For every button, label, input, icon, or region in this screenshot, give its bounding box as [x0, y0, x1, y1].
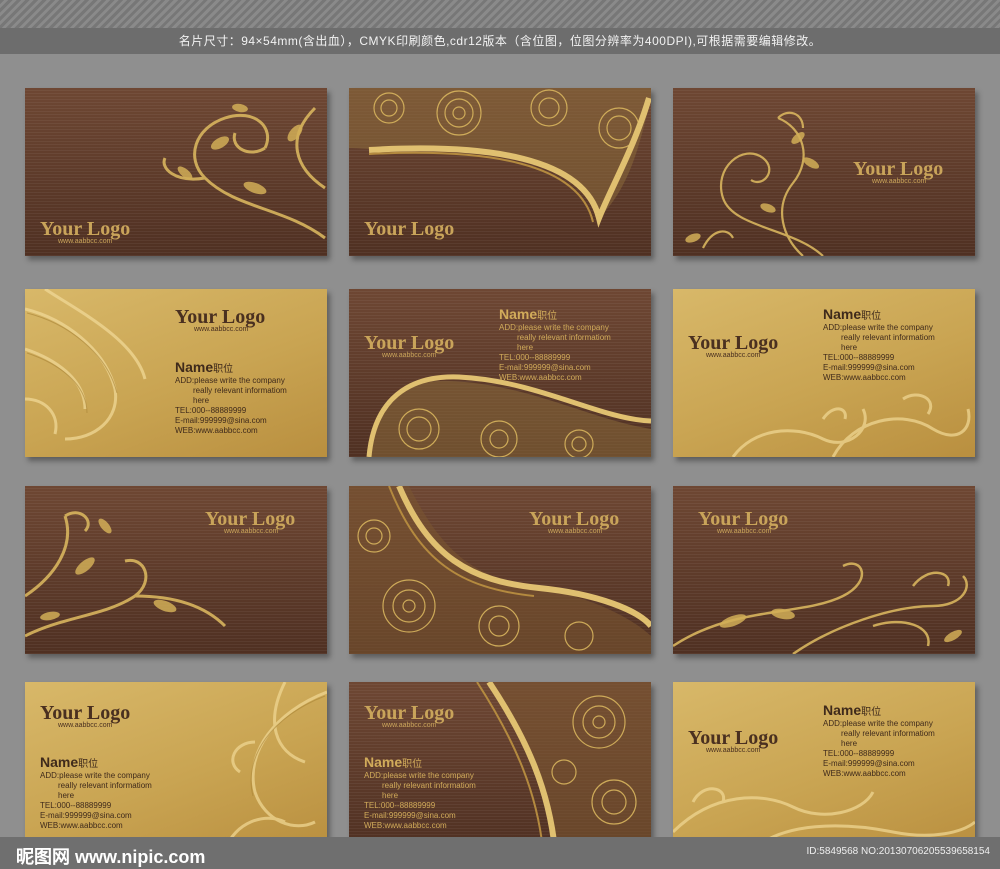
- contact-tel: TEL:000--88889999: [499, 353, 571, 362]
- contact-name: Name: [364, 754, 403, 770]
- logo-url: www.aabbcc.com: [548, 528, 603, 535]
- contact-address: ADD:please write the company: [364, 771, 474, 780]
- business-card-1[interactable]: Your Logo www.aabbcc.com: [25, 88, 327, 256]
- contact-address-3: here: [382, 791, 399, 800]
- contact-block: Name职位 ADD:please write the company real…: [175, 359, 287, 436]
- contact-email: E-mail:999999@sina.com: [823, 759, 915, 768]
- contact-address-3: here: [193, 396, 210, 405]
- business-card-5[interactable]: Your Logo www.aabbcc.com Name职位 ADD:plea…: [349, 289, 651, 457]
- logo-url: www.aabbcc.com: [706, 747, 761, 754]
- business-card-2[interactable]: Your Logo: [349, 88, 651, 256]
- contact-address: ADD:please write the company: [175, 376, 285, 385]
- contact-name: Name: [175, 359, 214, 375]
- contact-address-3: here: [841, 343, 858, 352]
- contact-address: ADD:please write the company: [40, 771, 150, 780]
- contact-address: ADD:please write the company: [823, 323, 933, 332]
- contact-title: 职位: [78, 759, 99, 770]
- business-card-6[interactable]: Your Logo www.aabbcc.com Name职位 ADD:plea…: [673, 289, 975, 457]
- business-card-8[interactable]: Your Logo www.aabbcc.com: [349, 486, 651, 654]
- logo-url: www.aabbcc.com: [706, 352, 761, 359]
- contact-web: WEB:www.aabbcc.com: [175, 426, 258, 435]
- image-id-label: ID:5849568 NO:20130706205539658154: [806, 846, 991, 857]
- logo-url: www.aabbcc.com: [382, 722, 437, 729]
- contact-web: WEB:www.aabbcc.com: [40, 821, 123, 830]
- logo-url: www.aabbcc.com: [382, 352, 437, 359]
- contact-tel: TEL:000--88889999: [823, 353, 895, 362]
- contact-address-2: really relevant informatiom: [193, 386, 287, 395]
- logo-url: www.aabbcc.com: [58, 238, 113, 245]
- business-card-9[interactable]: Your Logo www.aabbcc.com: [673, 486, 975, 654]
- contact-email: E-mail:999999@sina.com: [499, 363, 591, 372]
- contact-block: Name职位 ADD:please write the company real…: [40, 754, 152, 831]
- contact-address-3: here: [58, 791, 75, 800]
- contact-block: Name职位 ADD:please write the company real…: [823, 306, 935, 383]
- contact-email: E-mail:999999@sina.com: [364, 811, 456, 820]
- logo-url: www.aabbcc.com: [58, 722, 113, 729]
- contact-address-2: really relevant informatiom: [382, 781, 476, 790]
- contact-web: WEB:www.aabbcc.com: [823, 373, 906, 382]
- contact-tel: TEL:000--88889999: [175, 406, 247, 415]
- business-card-7[interactable]: Your Logo www.aabbcc.com: [25, 486, 327, 654]
- logo-url: www.aabbcc.com: [872, 178, 927, 185]
- contact-address-2: really relevant informatiom: [841, 729, 935, 738]
- logo-text: Your Logo: [364, 218, 455, 240]
- watermark-logo[interactable]: 昵图网 www.nipic.com: [16, 843, 205, 869]
- contact-address-2: really relevant informatiom: [841, 333, 935, 342]
- business-card-10[interactable]: Your Logo www.aabbcc.com Name职位 ADD:plea…: [25, 682, 327, 850]
- contact-address-3: here: [517, 343, 534, 352]
- contact-address-2: really relevant informatiom: [517, 333, 611, 342]
- contact-name: Name: [823, 702, 862, 718]
- business-card-12[interactable]: Your Logo www.aabbcc.com Name职位 ADD:plea…: [673, 682, 975, 850]
- contact-block: Name职位 ADD:please write the company real…: [823, 702, 935, 779]
- contact-address-3: here: [841, 739, 858, 748]
- contact-web: WEB:www.aabbcc.com: [499, 373, 582, 382]
- contact-title: 职位: [213, 364, 234, 375]
- contact-title: 职位: [537, 311, 558, 322]
- contact-title: 职位: [402, 759, 423, 770]
- contact-web: WEB:www.aabbcc.com: [364, 821, 447, 830]
- contact-title: 职位: [861, 311, 882, 322]
- contact-tel: TEL:000--88889999: [40, 801, 112, 810]
- spec-header: 名片尺寸：94×54mm(含出血），CMYK印刷颜色,cdr12版本（含位图，位…: [0, 28, 1000, 54]
- contact-address: ADD:please write the company: [499, 323, 609, 332]
- contact-email: E-mail:999999@sina.com: [40, 811, 132, 820]
- contact-tel: TEL:000--88889999: [823, 749, 895, 758]
- contact-title: 职位: [861, 707, 882, 718]
- contact-tel: TEL:000--88889999: [364, 801, 436, 810]
- contact-block: Name职位 ADD:please write the company real…: [364, 754, 476, 831]
- logo-url: www.aabbcc.com: [224, 528, 279, 535]
- contact-block: Name职位 ADD:please write the company real…: [499, 306, 611, 383]
- contact-name: Name: [823, 306, 862, 322]
- logo-url: www.aabbcc.com: [194, 326, 249, 333]
- business-card-3[interactable]: Your Logo www.aabbcc.com: [673, 88, 975, 256]
- contact-email: E-mail:999999@sina.com: [175, 416, 267, 425]
- top-texture-band: [0, 0, 1000, 28]
- contact-web: WEB:www.aabbcc.com: [823, 769, 906, 778]
- contact-email: E-mail:999999@sina.com: [823, 363, 915, 372]
- business-card-11[interactable]: Your Logo www.aabbcc.com Name职位 ADD:plea…: [349, 682, 651, 850]
- contact-address: ADD:please write the company: [823, 719, 933, 728]
- contact-address-2: really relevant informatiom: [58, 781, 152, 790]
- footer-bar: 昵图网 www.nipic.com ID:5849568 NO:20130706…: [0, 837, 1000, 869]
- contact-name: Name: [40, 754, 79, 770]
- logo-url: www.aabbcc.com: [717, 528, 772, 535]
- contact-name: Name: [499, 306, 538, 322]
- business-card-4[interactable]: Your Logo www.aabbcc.com Name职位 ADD:plea…: [25, 289, 327, 457]
